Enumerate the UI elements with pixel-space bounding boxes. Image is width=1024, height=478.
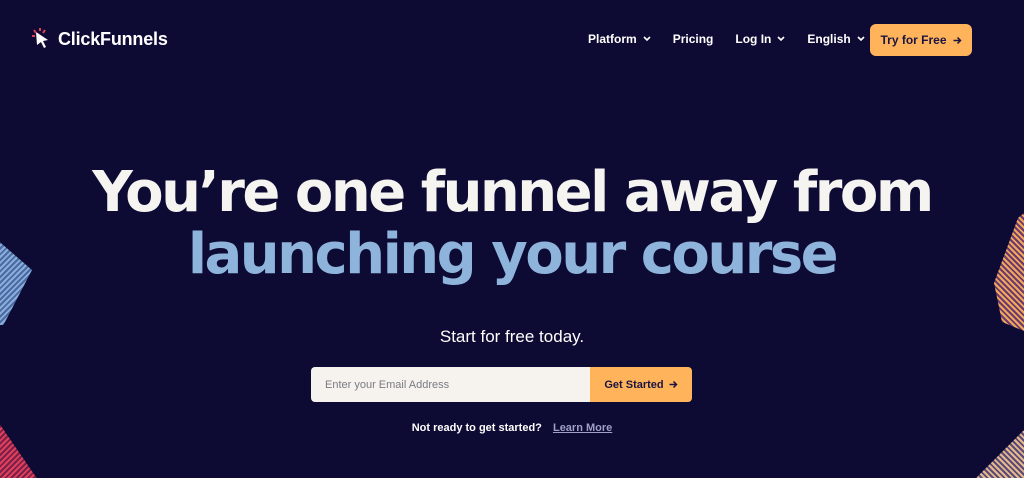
arrow-right-icon <box>669 380 678 389</box>
try-for-free-label: Try for Free <box>880 33 947 47</box>
hero-heading-line2: launching your course <box>187 222 839 287</box>
top-nav: Platform Pricing Log In English <box>588 32 865 46</box>
arrow-right-icon <box>953 36 962 44</box>
nav-item-label: Pricing <box>672 32 714 46</box>
signup-form: Get Started <box>311 367 692 402</box>
email-input[interactable] <box>311 367 590 402</box>
nav-item-language[interactable]: English <box>807 32 865 46</box>
logo[interactable]: ClickFunnels <box>32 28 168 50</box>
hero-heading: You’re one funnel away from launching yo… <box>0 162 1024 286</box>
not-ready-prompt: Not ready to get started? Learn More <box>0 422 1024 434</box>
chevron-down-icon <box>777 36 785 42</box>
get-started-button[interactable]: Get Started <box>590 367 692 402</box>
not-ready-text: Not ready to get started? <box>411 422 542 434</box>
landing-page: ClickFunnels Platform Pricing Log In Eng… <box>0 0 1024 478</box>
clickfunnels-logo-icon <box>32 28 48 48</box>
nav-item-label: English <box>807 32 851 46</box>
nav-item-label: Platform <box>588 32 637 46</box>
try-for-free-button[interactable]: Try for Free <box>870 24 972 56</box>
hero-subtitle: Start for free today. <box>439 327 585 346</box>
nav-item-platform[interactable]: Platform <box>588 32 651 46</box>
chevron-down-icon <box>643 36 651 42</box>
nav-item-login[interactable]: Log In <box>735 32 785 46</box>
learn-more-link[interactable]: Learn More <box>553 422 612 434</box>
chevron-down-icon <box>857 36 865 42</box>
hero-heading-line1: You’re one funnel away from <box>92 160 934 225</box>
logo-text: ClickFunnels <box>58 28 168 49</box>
nav-item-label: Log In <box>735 32 772 46</box>
get-started-label: Get Started <box>604 378 664 391</box>
decorative-shape-left-bottom <box>0 410 38 478</box>
nav-item-pricing[interactable]: Pricing <box>673 32 714 46</box>
